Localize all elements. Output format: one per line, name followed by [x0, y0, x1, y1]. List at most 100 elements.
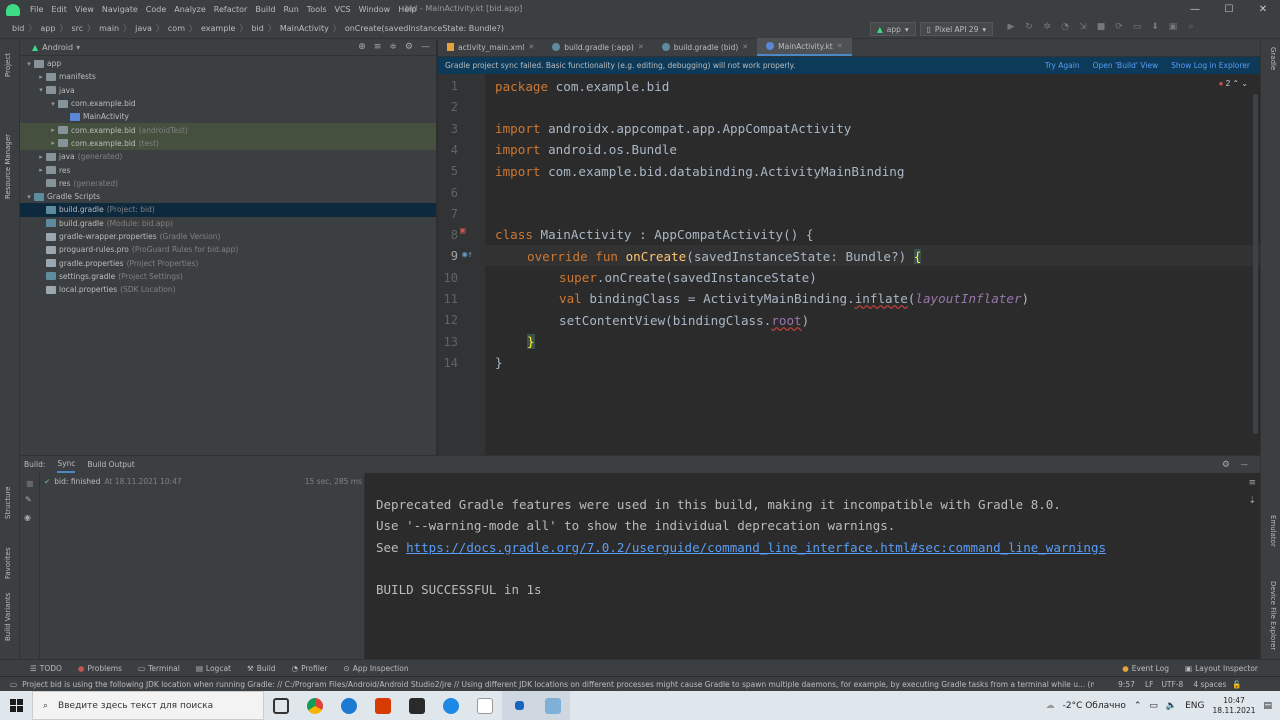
- store-icon[interactable]: [400, 691, 434, 720]
- build-tool[interactable]: ⚒ Build: [239, 664, 284, 673]
- line-separator[interactable]: LF: [1145, 680, 1154, 689]
- project-view-select[interactable]: Android: [42, 43, 73, 52]
- avd-icon[interactable]: ▭: [1131, 22, 1143, 34]
- line-number[interactable]: 8: [438, 228, 458, 242]
- chevron-right-icon[interactable]: ▸: [36, 153, 46, 161]
- gradle-docs-link[interactable]: https://docs.gradle.org/7.0.2/userguide/…: [406, 540, 1106, 555]
- language-indicator[interactable]: ENG: [1185, 701, 1204, 711]
- menu-tools[interactable]: Tools: [303, 5, 331, 14]
- tree-item[interactable]: gradle-wrapper.properties (Gradle Version…: [20, 230, 436, 243]
- tab-activity-main[interactable]: activity_main.xml ✕: [438, 38, 543, 56]
- breadcrumb-item[interactable]: MainActivity: [278, 24, 331, 33]
- close-icon[interactable]: ✕: [1246, 0, 1280, 19]
- tree-item[interactable]: MainActivity: [20, 110, 436, 123]
- chevron-down-icon[interactable]: ▾: [24, 193, 34, 201]
- taskbar-search[interactable]: ⌕ Введите здесь текст для поиска: [32, 691, 264, 720]
- search-input[interactable]: Введите здесь текст для поиска: [58, 701, 213, 711]
- device-file-explorer-tab[interactable]: Device File Explorer: [1269, 581, 1277, 650]
- hide-icon[interactable]: —: [1241, 460, 1249, 469]
- app-icon[interactable]: [434, 691, 468, 720]
- minimize-icon[interactable]: —: [1178, 0, 1212, 19]
- volume-icon[interactable]: 🔈: [1166, 701, 1177, 711]
- breadcrumb-item[interactable]: bid: [10, 24, 26, 33]
- tree-item[interactable]: local.properties (SDK Location): [20, 283, 436, 296]
- breadcrumb-item[interactable]: app: [38, 24, 57, 33]
- show-log-link[interactable]: Show Log in Explorer: [1171, 61, 1250, 70]
- layout-inspector-icon[interactable]: ▣: [1167, 22, 1179, 34]
- tree-item[interactable]: ▸ com.example.bid (test): [20, 136, 436, 151]
- structure-tab[interactable]: Structure: [4, 486, 12, 519]
- menu-file[interactable]: File: [26, 5, 47, 14]
- menu-navigate[interactable]: Navigate: [98, 5, 142, 14]
- gradle-tab[interactable]: Gradle: [1269, 47, 1277, 70]
- tree-item[interactable]: ▾ com.example.bid: [20, 97, 436, 110]
- menu-view[interactable]: View: [71, 5, 98, 14]
- chevron-down-icon[interactable]: ▾: [48, 100, 58, 108]
- device-select[interactable]: ▯ Pixel API 29 ▾: [919, 22, 994, 36]
- line-number[interactable]: 1: [438, 79, 458, 93]
- breadcrumb-item[interactable]: java: [133, 24, 154, 33]
- chevron-up-icon[interactable]: ⌃: [1134, 701, 1142, 711]
- tree-item[interactable]: ▸ java (generated): [20, 150, 436, 163]
- line-number[interactable]: 6: [438, 186, 458, 200]
- menu-refactor[interactable]: Refactor: [210, 5, 252, 14]
- app-icon[interactable]: [502, 691, 536, 720]
- tab-build-gradle-bid[interactable]: build.gradle (bid) ✕: [653, 38, 757, 56]
- sync-icon[interactable]: ⟳: [1113, 22, 1125, 34]
- close-tab-icon[interactable]: ✕: [638, 43, 644, 51]
- tree-item[interactable]: build.gradle (Project: bid): [20, 203, 436, 217]
- breadcrumb-item[interactable]: com: [166, 24, 187, 33]
- code-editor[interactable]: 1 2 3 4 5 6 7 8 9 10 11 12 13 14 ▣ ◉↑ package com.exa…: [438, 74, 1260, 455]
- network-icon[interactable]: ▭: [1149, 701, 1158, 711]
- android-studio-icon[interactable]: [536, 691, 570, 720]
- override-icon[interactable]: ◉↑: [462, 250, 473, 260]
- tree-item[interactable]: gradle.properties (Project Properties): [20, 256, 436, 269]
- project-tool-tab[interactable]: Project: [4, 53, 12, 77]
- todo-tool[interactable]: ☰ TODO: [22, 664, 70, 673]
- start-button[interactable]: [0, 691, 32, 720]
- apply-changes-icon[interactable]: ↻: [1023, 22, 1035, 34]
- expand-all-icon[interactable]: ≡: [374, 42, 382, 52]
- menu-analyze[interactable]: Analyze: [170, 5, 210, 14]
- build-output[interactable]: Deprecated Gradle features were used in …: [365, 473, 1240, 660]
- gear-icon[interactable]: ⚙: [1222, 460, 1230, 470]
- search-icon[interactable]: ⌕: [1185, 22, 1197, 34]
- resource-manager-tab[interactable]: Resource Manager: [4, 134, 12, 199]
- build-tree-item[interactable]: ✔ bid: finished At 18.11.2021 10:47 15 s…: [44, 477, 362, 486]
- tree-item[interactable]: ▾ java: [20, 84, 436, 97]
- line-number[interactable]: 3: [438, 122, 458, 136]
- tab-sync[interactable]: Sync: [57, 456, 76, 473]
- open-build-view-link[interactable]: Open 'Build' View: [1093, 61, 1159, 70]
- editor-scrollbar[interactable]: [1253, 94, 1258, 434]
- task-view-icon[interactable]: [264, 691, 298, 720]
- tab-build-gradle-app[interactable]: build.gradle (:app) ✕: [543, 38, 652, 56]
- maximize-icon[interactable]: ☐: [1212, 0, 1246, 19]
- attach-icon[interactable]: ⇲: [1077, 22, 1089, 34]
- activity-icon[interactable]: ▣: [460, 226, 465, 236]
- layout-inspector-tool[interactable]: ▣ Layout Inspector: [1177, 664, 1266, 673]
- line-number[interactable]: 13: [438, 335, 458, 349]
- close-tab-icon[interactable]: ✕: [837, 42, 843, 50]
- tree-item[interactable]: proguard-rules.pro (ProGuard Rules for bi…: [20, 243, 436, 256]
- breadcrumb-item[interactable]: example: [199, 24, 237, 33]
- run-config-select[interactable]: ▲ app ▾: [870, 22, 916, 36]
- eye-icon[interactable]: ◉: [24, 513, 31, 522]
- scroll-end-icon[interactable]: ⇣: [1248, 496, 1256, 506]
- emulator-tab[interactable]: Emulator: [1269, 515, 1277, 547]
- tab-main-activity[interactable]: MainActivity.kt ✕: [757, 38, 852, 56]
- event-log-tool[interactable]: ● Event Log: [1114, 664, 1177, 673]
- line-number[interactable]: 4: [438, 143, 458, 157]
- tree-item[interactable]: ▾ Gradle Scripts: [20, 190, 436, 203]
- line-number[interactable]: 2: [438, 100, 458, 114]
- line-number[interactable]: 12: [438, 313, 458, 327]
- tree-item[interactable]: settings.gradle (Project Settings): [20, 270, 436, 283]
- line-number[interactable]: 10: [438, 271, 458, 285]
- office-icon[interactable]: [366, 691, 400, 720]
- close-tab-icon[interactable]: ✕: [742, 43, 748, 51]
- favorites-tab[interactable]: Favorites: [4, 547, 12, 579]
- collapse-all-icon[interactable]: ≑: [389, 42, 397, 52]
- stop-icon[interactable]: ■: [1095, 22, 1107, 34]
- profile-icon[interactable]: ◔: [1059, 22, 1071, 34]
- error-count-badge[interactable]: ● 2 ⌃ ⌄: [1219, 79, 1248, 88]
- tree-item[interactable]: ▸ res: [20, 163, 436, 176]
